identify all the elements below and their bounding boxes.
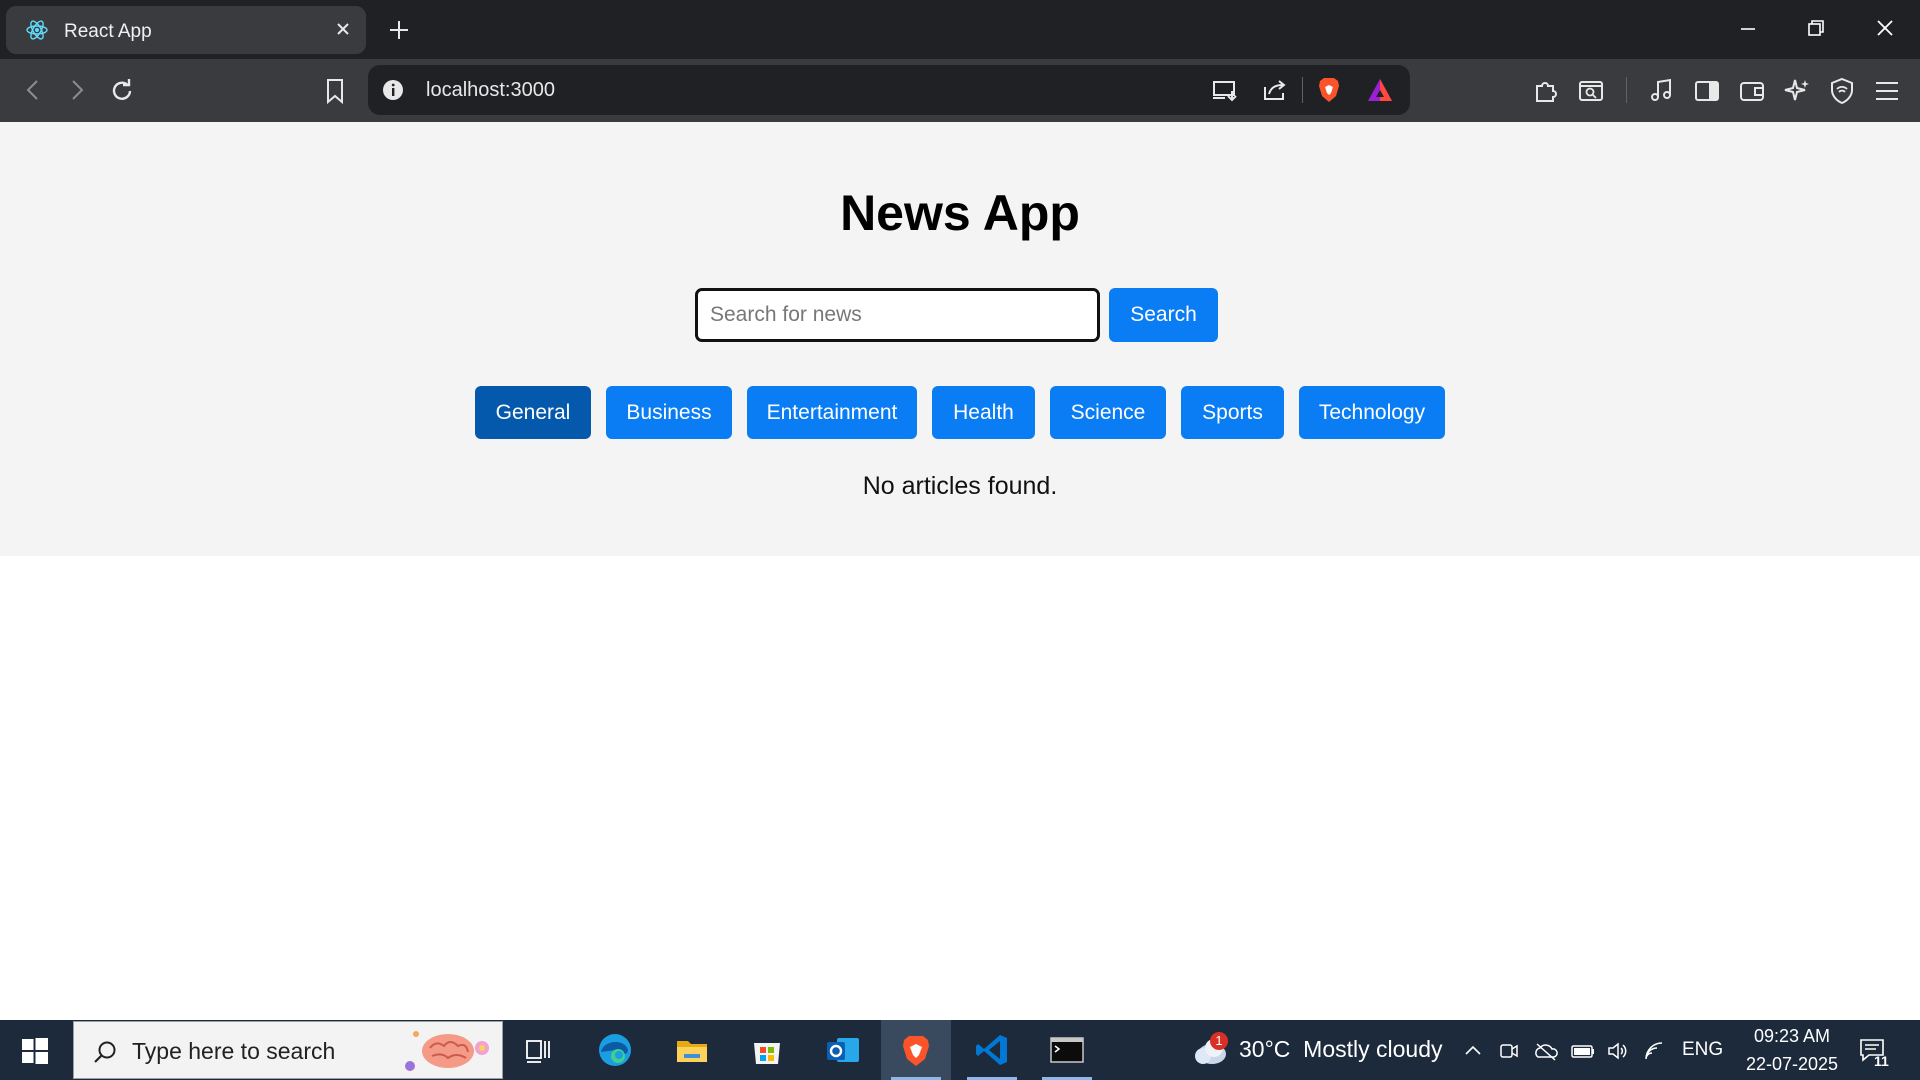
category-general-button[interactable]: General [475, 386, 591, 439]
clock-time[interactable]: 09:23 AM [1742, 1026, 1842, 1047]
weather-condition: Mostly cloudy [1303, 1036, 1443, 1062]
url-text[interactable]: localhost:3000 [426, 79, 555, 102]
reload-icon[interactable] [108, 77, 136, 105]
close-tab-icon[interactable] [334, 20, 352, 38]
outlook-icon[interactable] [808, 1020, 878, 1080]
weather-summary[interactable]: 30°C Mostly cloudy [1239, 1036, 1443, 1063]
notification-count: 11 [1874, 1053, 1889, 1069]
back-icon[interactable] [20, 77, 46, 103]
site-info-icon[interactable] [382, 79, 404, 101]
input-language[interactable]: ENG [1682, 1039, 1723, 1061]
brave-shields-icon[interactable] [1316, 76, 1342, 104]
react-logo-icon [26, 19, 48, 41]
leo-ai-icon[interactable] [1783, 77, 1811, 105]
restore-icon[interactable] [1804, 16, 1828, 40]
category-science-button[interactable]: Science [1050, 386, 1166, 439]
windows-taskbar: Type here to search 1 30°C Mostly cloudy… [0, 1020, 1920, 1080]
reading-view-icon[interactable] [1577, 77, 1605, 105]
battery-icon[interactable] [1570, 1040, 1596, 1062]
url-separator [1302, 77, 1303, 103]
cast-install-icon[interactable] [1211, 77, 1239, 103]
search-highlight-brain-icon [396, 1028, 496, 1074]
task-view-button[interactable] [504, 1020, 574, 1080]
wallet-icon[interactable] [1738, 77, 1766, 105]
windows-start-icon[interactable] [22, 1038, 48, 1064]
page-viewport: News App Search General Business Enterta… [0, 122, 1920, 1020]
taskbar-search-box[interactable]: Type here to search [73, 1021, 503, 1079]
page-title: News App [840, 185, 1080, 241]
file-explorer-icon[interactable] [657, 1020, 727, 1080]
bookmark-icon[interactable] [322, 77, 348, 105]
browser-toolbar: localhost:3000 [0, 59, 1920, 122]
forward-icon[interactable] [64, 77, 90, 103]
new-tab-icon[interactable] [386, 17, 412, 43]
microsoft-store-icon[interactable] [732, 1020, 802, 1080]
brave-icon[interactable] [881, 1020, 951, 1080]
browser-tab[interactable]: React App [6, 6, 366, 54]
news-app-container: News App Search General Business Enterta… [0, 122, 1920, 556]
tab-strip: React App [0, 0, 1920, 59]
media-music-icon[interactable] [1648, 77, 1676, 105]
volume-icon[interactable] [1606, 1040, 1630, 1062]
share-icon[interactable] [1261, 77, 1289, 103]
brave-rewards-icon[interactable] [1366, 77, 1394, 103]
taskbar-search-placeholder: Type here to search [132, 1038, 336, 1064]
search-button[interactable]: Search [1109, 288, 1218, 342]
category-health-button[interactable]: Health [932, 386, 1035, 439]
close-window-icon[interactable] [1873, 16, 1897, 40]
meet-now-icon[interactable] [1498, 1040, 1520, 1062]
vpn-shield-icon[interactable] [1828, 77, 1856, 105]
weather-temp: 30°C [1239, 1036, 1291, 1062]
sidebar-icon[interactable] [1693, 77, 1721, 105]
search-input[interactable] [695, 288, 1100, 342]
empty-state-message: No articles found. [862, 472, 1058, 500]
menu-icon[interactable] [1873, 77, 1901, 105]
category-sports-button[interactable]: Sports [1181, 386, 1284, 439]
chevron-up-icon[interactable] [1462, 1040, 1484, 1062]
minimize-icon[interactable] [1736, 16, 1760, 40]
clock-date[interactable]: 22-07-2025 [1734, 1054, 1850, 1075]
terminal-icon[interactable] [1032, 1020, 1102, 1080]
category-technology-button[interactable]: Technology [1299, 386, 1445, 439]
search-icon [92, 1039, 118, 1065]
edge-icon[interactable] [580, 1020, 650, 1080]
weather-badge: 1 [1210, 1032, 1228, 1050]
vscode-icon[interactable] [957, 1020, 1027, 1080]
address-bar[interactable]: localhost:3000 [368, 65, 1410, 115]
toolbar-separator [1626, 77, 1627, 103]
wifi-icon[interactable] [1643, 1040, 1667, 1062]
category-entertainment-button[interactable]: Entertainment [747, 386, 917, 439]
tab-title: React App [64, 21, 152, 42]
onedrive-icon[interactable] [1533, 1040, 1559, 1062]
extensions-icon[interactable] [1532, 77, 1560, 105]
category-business-button[interactable]: Business [606, 386, 732, 439]
